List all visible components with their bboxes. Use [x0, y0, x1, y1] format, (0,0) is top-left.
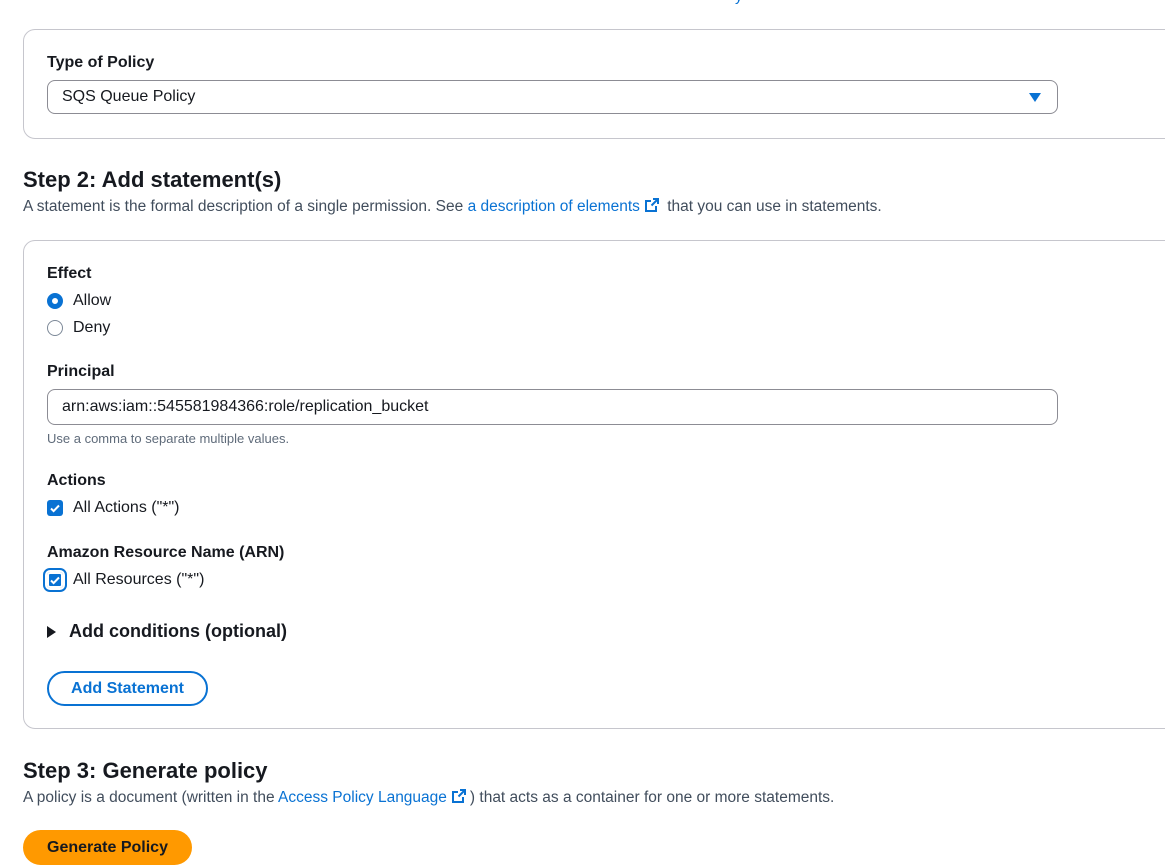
principal-hint: Use a comma to separate multiple values.: [47, 431, 290, 446]
step3-desc-after: ) that acts as a container for one or mo…: [469, 789, 835, 806]
policy-type-select[interactable]: SQS Queue Policy: [47, 80, 1058, 114]
principal-label: Principal: [47, 363, 115, 380]
effect-deny-option[interactable]: Deny: [47, 319, 110, 337]
external-link-icon: [644, 198, 659, 212]
all-resources-label: All Resources ("*"): [73, 571, 205, 588]
generate-policy-button[interactable]: Generate Policy: [23, 830, 192, 865]
add-conditions-expander[interactable]: Add conditions (optional): [47, 621, 287, 642]
checkmark-icon: [50, 504, 60, 513]
all-actions-checkbox[interactable]: [47, 500, 63, 516]
add-conditions-label: Add conditions (optional): [69, 621, 287, 641]
step2-desc-after: that you can use in statements.: [662, 198, 882, 215]
top-link-1[interactable]: y: [735, 0, 743, 5]
statement-panel: Effect Allow Deny Principal arn:aws:iam:…: [23, 240, 1165, 729]
radio-allow[interactable]: [47, 293, 63, 309]
radio-deny[interactable]: [47, 320, 63, 336]
all-resources-checkbox[interactable]: [43, 568, 67, 592]
caret-down-icon: [1029, 93, 1041, 102]
access-policy-language-link[interactable]: Access Policy Language: [278, 789, 447, 806]
step3-description: A policy is a document (written in the A…: [23, 788, 834, 807]
step2-description: A statement is the formal description of…: [23, 197, 882, 216]
policy-type-value: SQS Queue Policy: [62, 88, 196, 105]
all-actions-option[interactable]: All Actions ("*"): [47, 499, 180, 517]
add-statement-button[interactable]: Add Statement: [47, 671, 208, 706]
elements-description-link[interactable]: a description of elements: [468, 198, 640, 215]
step3-heading: Step 3: Generate policy: [23, 758, 268, 783]
effect-label: Effect: [47, 265, 92, 282]
principal-value: arn:aws:iam::545581984366:role/replicati…: [62, 398, 429, 415]
policy-type-label: Type of Policy: [47, 54, 155, 71]
all-actions-label: All Actions ("*"): [73, 499, 180, 516]
actions-label: Actions: [47, 472, 106, 489]
effect-allow-label: Allow: [73, 292, 112, 309]
arn-label: Amazon Resource Name (ARN): [47, 544, 285, 561]
caret-right-icon: [47, 625, 56, 638]
top-description-cut: y: [735, 0, 743, 5]
all-resources-option[interactable]: All Resources ("*"): [43, 568, 205, 592]
effect-allow-option[interactable]: Allow: [47, 292, 111, 310]
step2-desc-before: A statement is the formal description of…: [23, 198, 468, 215]
policy-type-panel: Type of Policy SQS Queue Policy: [23, 29, 1165, 139]
step3-desc-before: A policy is a document (written in the: [23, 789, 279, 806]
step2-heading: Step 2: Add statement(s): [23, 167, 282, 192]
principal-input[interactable]: arn:aws:iam::545581984366:role/replicati…: [47, 389, 1058, 425]
checkmark-icon: [50, 576, 60, 585]
external-link-icon: [451, 789, 466, 803]
effect-deny-label: Deny: [73, 319, 111, 336]
